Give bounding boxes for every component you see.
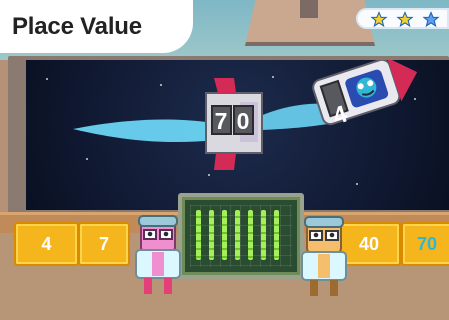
answer-tile-70[interactable]: 70 bbox=[401, 222, 449, 266]
scientist-left-cap bbox=[138, 215, 178, 227]
title-panel: Place Value bbox=[0, 0, 193, 53]
star-dot bbox=[208, 174, 210, 176]
abacus-rod bbox=[209, 210, 214, 260]
lamp-stem bbox=[300, 0, 318, 18]
star-dot bbox=[272, 76, 274, 78]
game-scene: 7 0 4 4 7 40 70 Place Value bbox=[0, 0, 449, 320]
scientist-right-cap bbox=[304, 216, 344, 228]
star-progress bbox=[356, 8, 449, 29]
rocket-thruster-flame bbox=[256, 103, 328, 130]
scientist-right-leg bbox=[310, 280, 318, 296]
scientist-right-eye bbox=[329, 232, 335, 238]
abacus-rod bbox=[196, 210, 201, 260]
abacus-rod bbox=[261, 210, 266, 260]
star-dot bbox=[46, 78, 48, 80]
scientist-right-shirt bbox=[318, 254, 330, 278]
back-digit-ones: 0 bbox=[237, 108, 250, 134]
scientist-left-shirt bbox=[152, 252, 164, 276]
star-dot bbox=[414, 98, 416, 100]
abacus-screen bbox=[178, 193, 304, 279]
star-filled-icon bbox=[370, 11, 388, 28]
abacus-rod bbox=[274, 210, 279, 260]
back-digit-tens: 7 bbox=[215, 108, 228, 134]
star-empty-icon bbox=[422, 11, 440, 28]
page-title: Place Value bbox=[12, 12, 142, 40]
scientist-right-leg bbox=[330, 280, 338, 296]
scientist-left-leg bbox=[144, 278, 152, 294]
scientist-left bbox=[135, 215, 181, 294]
rocket-illustration: 7 0 4 bbox=[73, 60, 418, 170]
scientist-right-eye bbox=[313, 232, 319, 238]
star-dot bbox=[160, 84, 162, 86]
star-dot bbox=[86, 158, 88, 160]
scientist-left-leg bbox=[164, 278, 172, 294]
rocket-fin-top bbox=[214, 78, 236, 93]
abacus-rod bbox=[248, 210, 253, 260]
rocket-fin-bottom bbox=[214, 153, 236, 170]
abacus-rod bbox=[222, 210, 227, 260]
scientist-left-eye bbox=[163, 231, 169, 237]
space-board: 7 0 4 bbox=[26, 60, 449, 210]
scientist-left-eye bbox=[147, 231, 153, 237]
answer-tile-4[interactable]: 4 bbox=[14, 222, 79, 266]
star-dot bbox=[356, 183, 358, 185]
rocket-exhaust-flame bbox=[73, 119, 216, 143]
scientist-right bbox=[301, 216, 347, 296]
star-filled-icon bbox=[396, 11, 414, 28]
abacus-rod bbox=[235, 210, 240, 260]
